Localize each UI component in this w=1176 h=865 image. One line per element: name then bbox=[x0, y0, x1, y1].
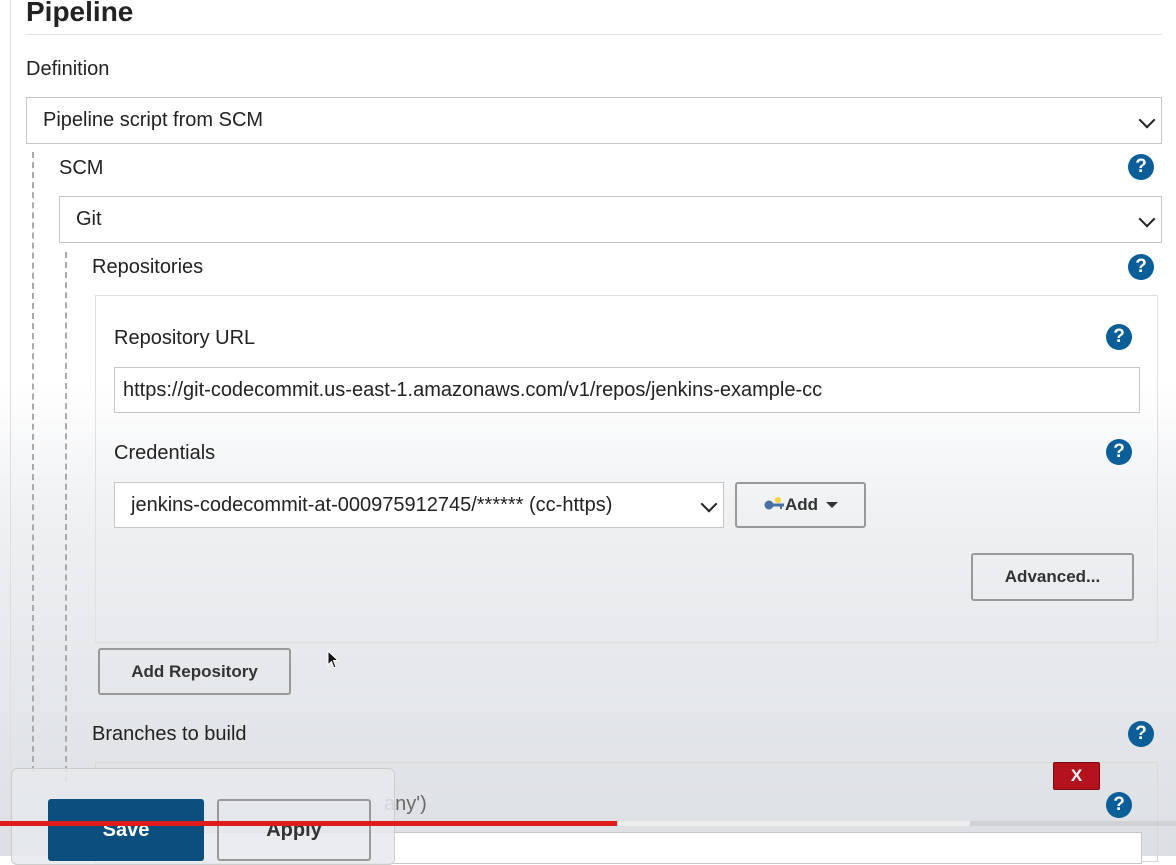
caret-down-icon bbox=[826, 502, 839, 508]
scm-label: SCM bbox=[59, 157, 104, 179]
credentials-label: Credentials bbox=[114, 442, 216, 464]
mouse-cursor-icon bbox=[327, 650, 340, 669]
definition-label: Definition bbox=[26, 58, 110, 80]
scm-select-value: Git bbox=[76, 208, 102, 230]
definition-select-value: Pipeline script from SCM bbox=[43, 109, 264, 131]
chevron-down-icon bbox=[1138, 111, 1156, 128]
repository-url-input[interactable]: https://git-codecommit.us-east-1.amazona… bbox=[114, 367, 1140, 413]
apply-button[interactable]: Apply bbox=[217, 799, 371, 861]
git-indent-guide bbox=[65, 252, 67, 782]
section-divider bbox=[26, 34, 1162, 35]
branches-help-icon[interactable]: ? bbox=[1128, 721, 1154, 747]
add-credentials-label: Add bbox=[784, 495, 819, 514]
scm-indent-guide bbox=[32, 152, 34, 772]
definition-select[interactable]: Pipeline script from SCM bbox=[26, 97, 1162, 144]
credentials-help-icon[interactable]: ? bbox=[1106, 439, 1132, 465]
video-progress-played bbox=[0, 821, 618, 826]
repositories-help-icon[interactable]: ? bbox=[1128, 254, 1154, 280]
key-icon bbox=[764, 497, 784, 510]
delete-branch-button[interactable]: X bbox=[1053, 762, 1100, 790]
save-button[interactable]: Save bbox=[48, 799, 204, 861]
repository-url-help-icon[interactable]: ? bbox=[1106, 324, 1132, 350]
scm-select[interactable]: Git bbox=[59, 196, 1162, 243]
repositories-label: Repositories bbox=[92, 256, 204, 278]
chevron-down-icon bbox=[700, 495, 718, 513]
scm-help-icon[interactable]: ? bbox=[1128, 154, 1154, 180]
video-buffer-bar bbox=[618, 821, 970, 826]
branch-spec-help-icon[interactable]: ? bbox=[1106, 792, 1132, 818]
add-repository-button[interactable]: Add Repository bbox=[98, 648, 291, 695]
repository-url-label: Repository URL bbox=[114, 327, 256, 349]
credentials-select-value: jenkins-codecommit-at-000975912745/*****… bbox=[131, 493, 613, 516]
section-title: Pipeline bbox=[26, 0, 134, 27]
page-left-border bbox=[10, 0, 11, 856]
chevron-down-icon bbox=[1138, 210, 1156, 227]
advanced-button[interactable]: Advanced... bbox=[971, 553, 1134, 601]
branches-label: Branches to build bbox=[92, 723, 247, 745]
add-credentials-button[interactable]: Add bbox=[735, 482, 866, 528]
credentials-select[interactable]: jenkins-codecommit-at-000975912745/*****… bbox=[114, 482, 724, 528]
